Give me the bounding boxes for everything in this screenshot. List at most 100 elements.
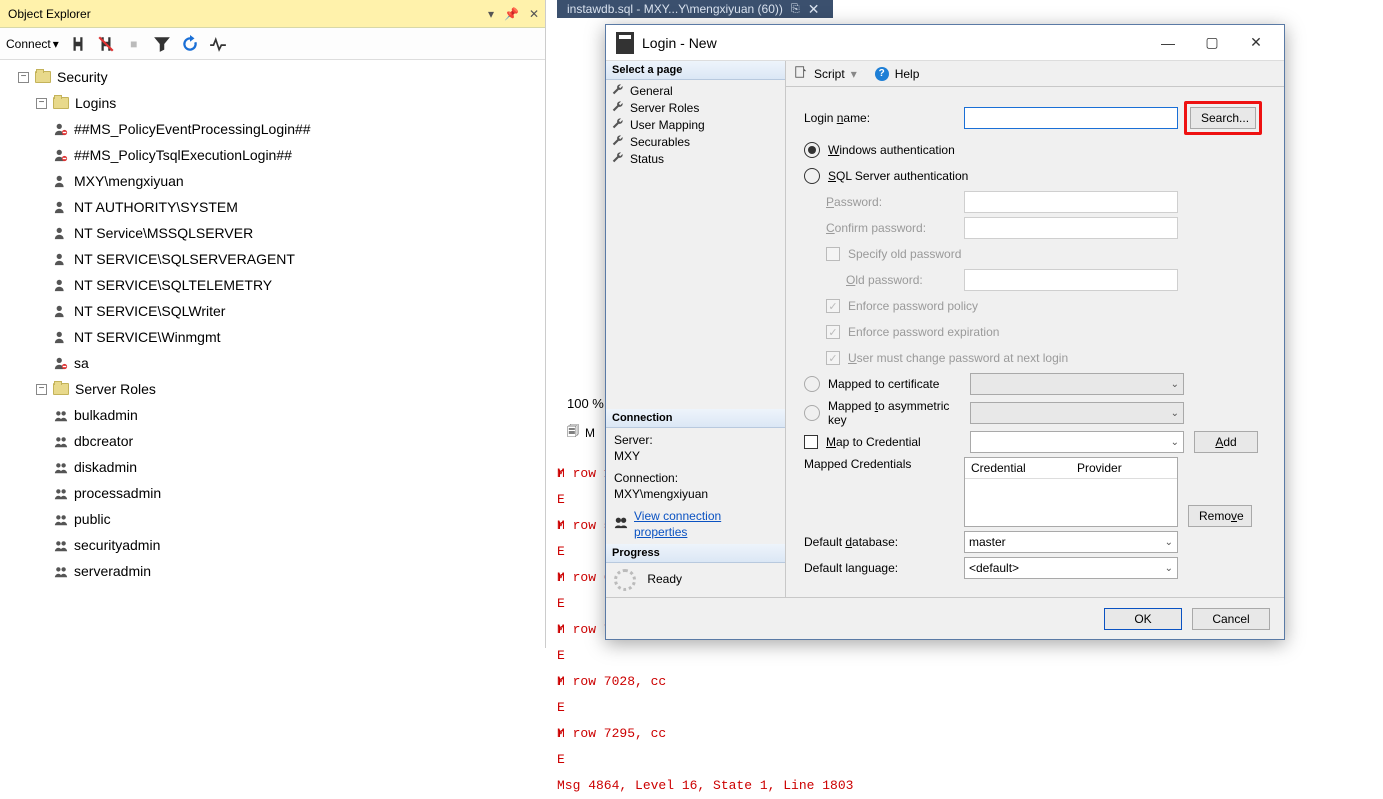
mapped-to-certificate-radio[interactable] (804, 376, 820, 392)
tree-node-login[interactable]: ##MS_PolicyEventProcessingLogin## (74, 118, 311, 140)
activity-icon[interactable] (209, 35, 227, 53)
confirm-password-label: Confirm password: (804, 221, 964, 235)
role-icon (54, 564, 68, 578)
wrench-icon (612, 83, 624, 98)
page-item-label: Server Roles (630, 101, 699, 115)
tree-node-role[interactable]: diskadmin (74, 456, 137, 478)
default-language-combo[interactable]: <default>⌄ (964, 557, 1178, 579)
tree-node-login[interactable]: NT AUTHORITY\SYSTEM (74, 196, 238, 218)
maximize-button[interactable]: ▢ (1190, 28, 1234, 58)
disconnect-icon[interactable] (97, 35, 115, 53)
collapse-icon[interactable]: − (18, 72, 29, 83)
tree-node-role[interactable]: securityadmin (74, 534, 160, 556)
credential-combo[interactable]: ⌄ (970, 431, 1184, 453)
tree-node-logins[interactable]: Logins (75, 92, 116, 114)
collapse-icon[interactable]: − (36, 384, 47, 395)
connection-label: Connection: (614, 470, 777, 486)
login-name-input[interactable] (964, 107, 1178, 129)
filter-icon[interactable] (153, 35, 171, 53)
enforce-expiration-checkbox (826, 325, 840, 339)
remove-button[interactable]: Remove (1188, 505, 1252, 527)
role-icon (54, 434, 68, 448)
tree-node-role[interactable]: processadmin (74, 482, 161, 504)
add-button[interactable]: Add (1194, 431, 1258, 453)
script-button[interactable]: Script (814, 67, 845, 81)
collapse-icon[interactable]: − (36, 98, 47, 109)
tree-node-login[interactable]: NT SERVICE\SQLSERVERAGENT (74, 248, 295, 270)
mapped-credentials-grid[interactable]: Credential Provider (964, 457, 1178, 527)
close-icon[interactable]: ✕ (808, 0, 820, 18)
refresh-icon[interactable] (181, 35, 199, 53)
zoom-level[interactable]: 100 % (567, 396, 604, 411)
tree-node-login[interactable]: NT SERVICE\SQLTELEMETRY (74, 274, 272, 296)
connection-value: MXY\mengxiyuan (614, 486, 777, 502)
object-explorer-titlebar: Object Explorer ▾ 📌 ✕ (0, 0, 545, 28)
enforce-expiration-label: Enforce password expiration (848, 325, 999, 339)
must-change-label: User must change password at next login (848, 351, 1068, 365)
view-connection-properties-link[interactable]: View connection properties (634, 508, 777, 540)
pin-icon[interactable]: 📌 (504, 0, 519, 28)
role-icon (54, 512, 68, 526)
col-provider: Provider (1071, 458, 1177, 478)
minimize-button[interactable]: — (1146, 28, 1190, 58)
tree-node-login[interactable]: sa (74, 352, 89, 374)
page-item[interactable]: Status (606, 150, 785, 167)
dropdown-icon[interactable]: ▾ (488, 0, 494, 28)
login-new-dialog: Login - New — ▢ ✕ Select a page General S… (605, 24, 1285, 640)
wrench-icon (612, 134, 624, 149)
pin-icon[interactable]: ⎘ (791, 0, 800, 18)
enforce-policy-checkbox (826, 299, 840, 313)
login-icon (54, 148, 68, 162)
sql-auth-radio[interactable] (804, 168, 820, 184)
login-icon (54, 226, 68, 240)
select-page-header: Select a page (606, 61, 785, 80)
login-icon (54, 174, 68, 188)
tree-node-role[interactable]: bulkadmin (74, 404, 138, 426)
search-button[interactable]: Search... (1190, 107, 1256, 129)
object-explorer-tree[interactable]: − Security − Logins ##MS_PolicyEventProc… (0, 60, 545, 648)
script-icon[interactable] (794, 65, 808, 82)
chevron-down-icon: ⌄ (1165, 537, 1173, 548)
tree-node-login[interactable]: NT SERVICE\Winmgmt (74, 326, 221, 348)
login-icon (54, 122, 68, 136)
default-database-combo[interactable]: master⌄ (964, 531, 1178, 553)
chevron-down-icon: ⌄ (1171, 379, 1179, 390)
windows-auth-radio[interactable] (804, 142, 820, 158)
tree-node-security[interactable]: Security (57, 66, 108, 88)
progress-value: Ready (647, 572, 682, 586)
tree-node-role[interactable]: dbcreator (74, 430, 133, 452)
messages-label: M (585, 426, 595, 440)
page-item[interactable]: User Mapping (606, 116, 785, 133)
tree-node-login[interactable]: NT SERVICE\SQLWriter (74, 300, 225, 322)
connect-object-icon[interactable] (69, 35, 87, 53)
chevron-down-icon[interactable]: ▾ (851, 67, 857, 81)
specify-old-password-label: Specify old password (848, 247, 961, 261)
tree-node-server-roles[interactable]: Server Roles (75, 378, 156, 400)
page-item[interactable]: Server Roles (606, 99, 785, 116)
page-item-label: General (630, 84, 673, 98)
dialog-titlebar[interactable]: Login - New — ▢ ✕ (606, 25, 1284, 61)
close-icon[interactable]: ✕ (529, 0, 539, 28)
asym-key-combo: ⌄ (970, 402, 1184, 424)
messages-tab[interactable]: 🗐 M (567, 422, 595, 443)
connect-button[interactable]: Connect ▾ (6, 37, 59, 51)
tree-node-login[interactable]: ##MS_PolicyTsqlExecutionLogin## (74, 144, 292, 166)
login-icon (54, 304, 68, 318)
tree-node-login[interactable]: MXY\mengxiyuan (74, 170, 184, 192)
map-to-credential-checkbox[interactable] (804, 435, 818, 449)
stop-icon[interactable]: ■ (125, 35, 143, 53)
tree-node-role[interactable]: public (74, 508, 111, 530)
help-icon[interactable]: ? (875, 67, 889, 81)
close-button[interactable]: ✕ (1234, 28, 1278, 58)
document-tab[interactable]: instawdb.sql - MXY...Y\mengxiyuan (60)) … (557, 0, 833, 18)
tree-node-login[interactable]: NT Service\MSSQLSERVER (74, 222, 253, 244)
tree-node-role[interactable]: serveradmin (74, 560, 151, 582)
cancel-button[interactable]: Cancel (1192, 608, 1270, 630)
login-name-label: Login name: (804, 111, 964, 125)
help-button[interactable]: Help (895, 67, 920, 81)
page-item[interactable]: Securables (606, 133, 785, 150)
document-tab-label: instawdb.sql - MXY...Y\mengxiyuan (60)) (567, 0, 783, 18)
page-item[interactable]: General (606, 82, 785, 99)
mapped-to-asym-radio[interactable] (804, 405, 820, 421)
ok-button[interactable]: OK (1104, 608, 1182, 630)
